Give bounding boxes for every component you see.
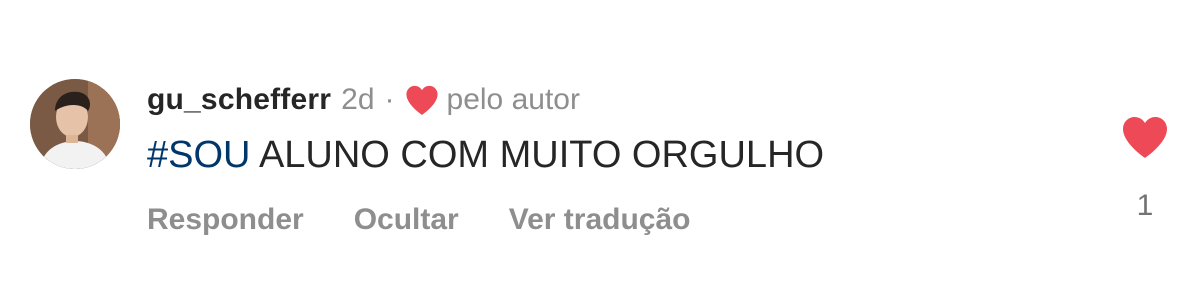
liked-by-author-label: pelo autor <box>446 83 580 116</box>
username-link[interactable]: gu_schefferr <box>147 83 331 117</box>
comment-text: #SOU ALUNO COM MUITO ORGULHO <box>147 132 824 178</box>
timestamp[interactable]: 2d <box>341 83 374 117</box>
comment-body: ALUNO COM MUITO ORGULHO <box>250 134 825 176</box>
comment-actions: Responder Ocultar Ver tradução <box>147 200 740 240</box>
hide-button[interactable]: Ocultar <box>354 200 459 240</box>
like-count[interactable]: 1 <box>1128 186 1162 226</box>
avatar-photo <box>30 79 120 169</box>
separator-dot: · <box>384 83 395 116</box>
avatar[interactable] <box>30 79 120 169</box>
comment-row: gu_schefferr 2d · pelo autor #SOU ALUNO … <box>0 0 1193 297</box>
comment-header: gu_schefferr 2d · pelo autor <box>147 80 580 120</box>
translate-button[interactable]: Ver tradução <box>509 200 691 240</box>
like-heart-icon[interactable] <box>1121 114 1169 160</box>
heart-icon <box>405 84 439 116</box>
hashtag-link[interactable]: #SOU <box>147 134 250 176</box>
reply-button[interactable]: Responder <box>147 200 304 240</box>
